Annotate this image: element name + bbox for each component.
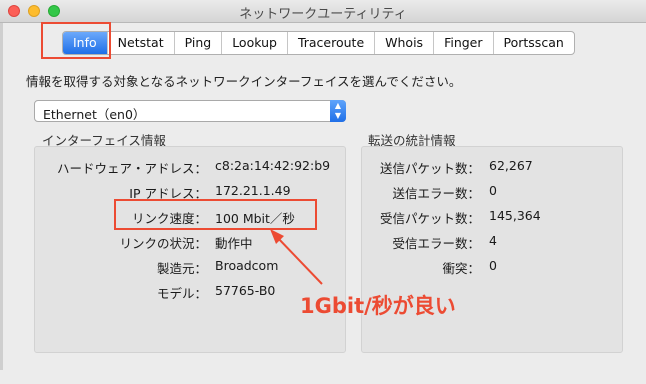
window-bottom [0,370,646,384]
network-utility-window: ネットワークユーティリティ Info Netstat Ping Lookup T… [0,0,646,384]
annotation-arrow-icon [270,229,323,285]
annotation-text: 1Gbit/秒が良い [300,294,456,318]
